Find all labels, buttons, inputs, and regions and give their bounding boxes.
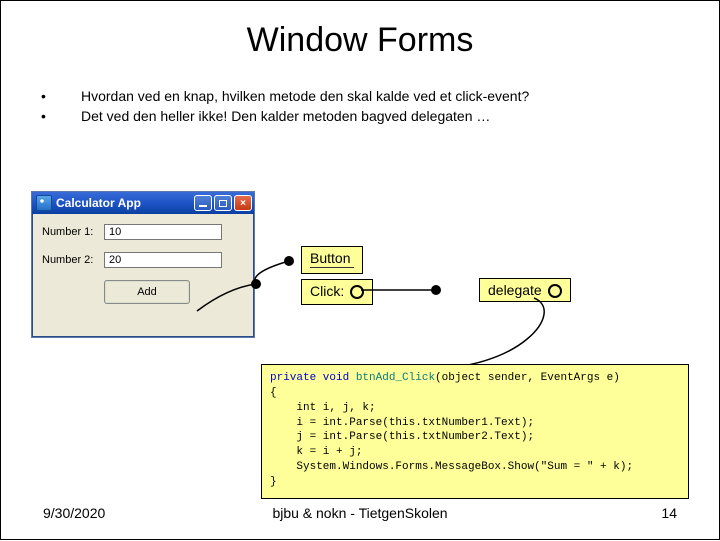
- bullet-item: • Det ved den heller ikke! Den kalder me…: [41, 108, 679, 124]
- bullet-marker: •: [41, 108, 81, 124]
- minimize-button[interactable]: [194, 195, 212, 211]
- number1-label: Number 1:: [42, 226, 104, 238]
- calculator-window: Calculator App × Number 1: 10 Number 2: …: [31, 191, 255, 338]
- window-titlebar: Calculator App ×: [32, 192, 254, 214]
- delegate-box: delegate: [479, 278, 571, 302]
- bullet-item: • Hvordan ved en knap, hvilken metode de…: [41, 88, 679, 104]
- app-icon: [36, 195, 52, 211]
- add-button[interactable]: Add: [104, 280, 190, 304]
- code-text: int i, j, k;: [270, 402, 376, 414]
- code-keyword: private void: [270, 372, 356, 384]
- footer-page-number: 14: [661, 505, 677, 521]
- bullet-list: • Hvordan ved en knap, hvilken metode de…: [41, 88, 679, 124]
- code-method-name: btnAdd_Click: [356, 372, 435, 384]
- close-button[interactable]: ×: [234, 195, 252, 211]
- reference-ring-icon: [350, 285, 364, 299]
- number2-input[interactable]: 20: [104, 252, 222, 268]
- window-title: Calculator App: [56, 196, 141, 210]
- code-text: }: [270, 476, 277, 488]
- maximize-button[interactable]: [214, 195, 232, 211]
- number1-input[interactable]: 10: [104, 224, 222, 240]
- connector-dot: [251, 279, 261, 289]
- code-text: {: [270, 387, 277, 399]
- divider: [310, 267, 354, 268]
- delegate-label: delegate: [488, 282, 542, 298]
- number2-label: Number 2:: [42, 254, 104, 266]
- code-text: k = i + j;: [270, 446, 362, 458]
- bullet-text: Det ved den heller ikke! Den kalder meto…: [81, 108, 490, 124]
- bullet-marker: •: [41, 88, 81, 104]
- bullet-text: Hvordan ved en knap, hvilken metode den …: [81, 88, 529, 104]
- button-box-label: Button: [310, 250, 350, 266]
- connector-dot: [284, 256, 294, 266]
- reference-ring-icon: [548, 284, 562, 298]
- code-snippet: private void btnAdd_Click(object sender,…: [261, 364, 689, 499]
- click-label: Click:: [310, 283, 344, 299]
- code-text: i = int.Parse(this.txtNumber1.Text);: [270, 417, 534, 429]
- button-box: Button: [301, 246, 363, 274]
- code-text: (object sender, EventArgs e): [435, 372, 620, 384]
- click-box: Click:: [301, 279, 373, 305]
- code-text: System.Windows.Forms.MessageBox.Show("Su…: [270, 461, 633, 473]
- footer-credit: bjbu & nokn - TietgenSkolen: [1, 505, 719, 521]
- connector-dot: [431, 285, 441, 295]
- slide-title: Window Forms: [1, 21, 719, 60]
- code-text: j = int.Parse(this.txtNumber2.Text);: [270, 431, 534, 443]
